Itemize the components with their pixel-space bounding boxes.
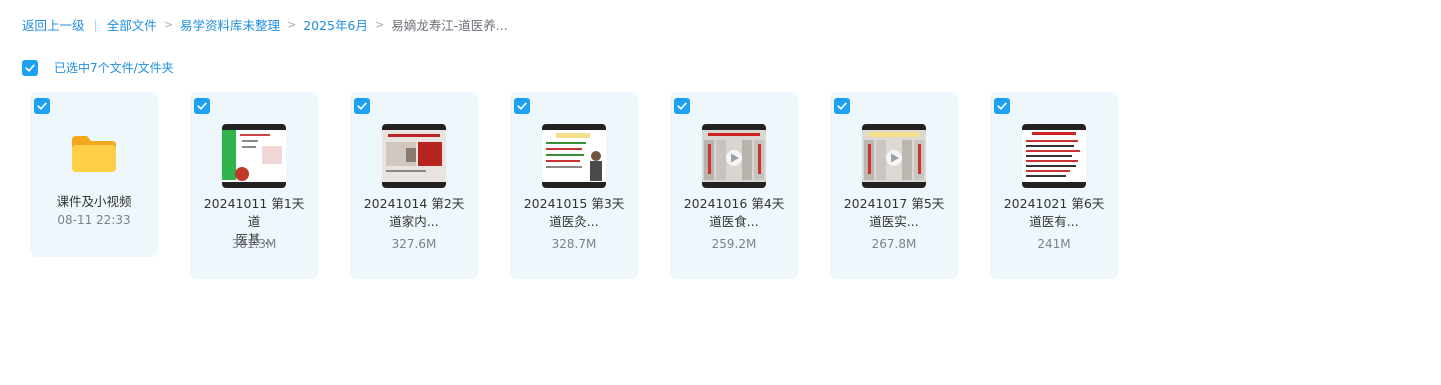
file-name-line: 20241016 第4天 <box>683 196 785 211</box>
file-name-line: 道医食... <box>709 214 759 229</box>
file-name-line: 20241014 第2天 <box>363 196 465 211</box>
file-name: 课件及小视频 <box>38 193 150 211</box>
file-card-video[interactable]: 20241011 第1天 道 医基... 381.3M <box>190 92 318 279</box>
file-card-video[interactable]: 20241015 第3天 道医灸... 328.7M <box>510 92 638 279</box>
file-checkbox[interactable] <box>674 98 690 114</box>
file-name: 20241014 第2天 道家内... <box>358 195 470 231</box>
file-checkbox[interactable] <box>994 98 1010 114</box>
file-name-line: 道医灸... <box>549 214 599 229</box>
video-thumbnail <box>702 124 766 188</box>
selection-bar: 已选中7个文件/文件夹 <box>22 59 174 76</box>
checkmark-icon <box>677 102 687 110</box>
breadcrumb-arrow-icon: > <box>374 17 385 31</box>
file-size: 327.6M <box>391 237 437 251</box>
file-name-line: 道家内... <box>389 214 439 229</box>
checkmark-icon <box>837 102 847 110</box>
back-link[interactable]: 返回上一级 <box>22 15 85 34</box>
file-checkbox[interactable] <box>514 98 530 114</box>
checkmark-icon <box>37 102 47 110</box>
video-thumbnail <box>222 124 286 188</box>
file-size: 241M <box>1037 237 1071 251</box>
file-name: 20241016 第4天 道医食... <box>678 195 790 231</box>
file-name-line: 课件及小视频 <box>56 194 132 209</box>
file-size: 328.7M <box>551 237 597 251</box>
file-checkbox[interactable] <box>34 98 50 114</box>
file-card-video[interactable]: 20241016 第4天 道医食... 259.2M <box>670 92 798 279</box>
file-name: 20241021 第6天 道医有... <box>998 195 1110 231</box>
file-name-line: 20241015 第3天 <box>523 196 625 211</box>
checkmark-icon <box>517 102 527 110</box>
file-size: 381.3M <box>231 237 277 251</box>
file-card-video[interactable]: 20241017 第5天 道医实... 267.8M <box>830 92 958 279</box>
checkmark-icon <box>197 102 207 110</box>
breadcrumb-item-month[interactable]: 2025年6月 <box>303 15 368 34</box>
folder-icon <box>72 136 116 172</box>
file-name-line: 20241011 第1天 道 <box>203 196 305 229</box>
breadcrumb-item-all-files[interactable]: 全部文件 <box>107 15 157 34</box>
file-checkbox[interactable] <box>834 98 850 114</box>
file-name: 20241015 第3天 道医灸... <box>518 195 630 231</box>
breadcrumb-arrow-icon: > <box>286 17 297 31</box>
file-size: 267.8M <box>871 237 917 251</box>
file-name-line: 道医有... <box>1029 214 1079 229</box>
breadcrumb-current: 易嫡龙寿江-道医养... <box>391 17 508 33</box>
file-size: 259.2M <box>711 237 757 251</box>
file-name-line: 道医实... <box>869 214 919 229</box>
file-date: 08-11 22:33 <box>57 213 131 227</box>
video-thumbnail <box>1022 124 1086 188</box>
breadcrumb-item-library[interactable]: 易学资料库未整理 <box>180 15 280 34</box>
selection-count-text: 已选中7个文件/文件夹 <box>54 61 174 75</box>
video-thumbnail <box>542 124 606 188</box>
video-thumbnail <box>382 124 446 188</box>
file-card-video[interactable]: 20241014 第2天 道家内... 327.6M <box>350 92 478 279</box>
file-card-folder[interactable]: 课件及小视频 08-11 22:33 <box>30 92 158 257</box>
checkmark-icon <box>357 102 367 110</box>
video-thumbnail <box>862 124 926 188</box>
breadcrumb-arrow-icon: > <box>163 17 173 31</box>
select-all-checkbox[interactable] <box>22 59 38 76</box>
file-name: 20241017 第5天 道医实... <box>838 195 950 231</box>
breadcrumb: 返回上一级 | 全部文件 > 易学资料库未整理 > 2025年6月 > 易嫡龙寿… <box>22 15 508 33</box>
file-card-video[interactable]: 20241021 第6天 道医有... 241M <box>990 92 1118 279</box>
breadcrumb-divider: | <box>93 16 98 32</box>
file-name-line: 20241021 第6天 <box>1003 196 1105 211</box>
checkmark-icon <box>25 64 35 72</box>
file-name-line: 20241017 第5天 <box>843 196 945 211</box>
checkmark-icon <box>997 102 1007 110</box>
file-checkbox[interactable] <box>194 98 210 114</box>
file-checkbox[interactable] <box>354 98 370 114</box>
